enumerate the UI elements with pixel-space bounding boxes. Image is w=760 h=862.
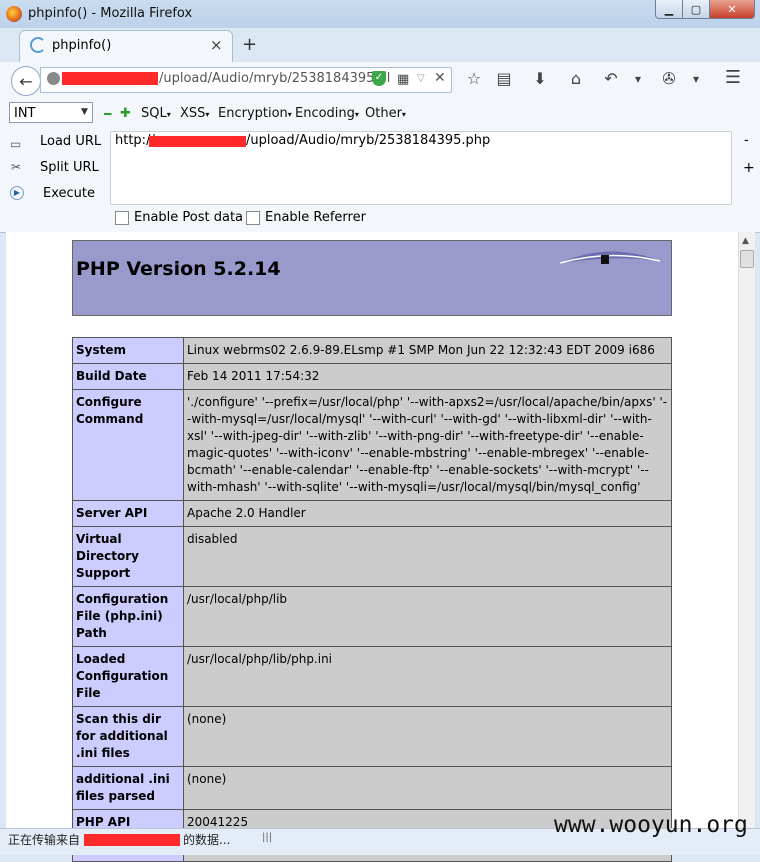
row-value: Apache 2.0 Handler xyxy=(183,500,672,527)
table-row: Loaded Configuration File/usr/local/php/… xyxy=(72,646,672,707)
row-key: Scan this dir for additional .ini files xyxy=(72,706,184,767)
table-row: Configure Command './configure' '--prefix… xyxy=(72,389,672,501)
row-value: disabled xyxy=(183,526,672,587)
redacted-host xyxy=(84,834,180,846)
redacted-host xyxy=(62,72,158,85)
row-value: Linux webrms02 2.6.9-89.ELsmp #1 SMP Mon… xyxy=(183,337,672,364)
row-key: Configuration File (php.ini) Path xyxy=(72,586,184,647)
enable-referrer-label: Enable Referrer xyxy=(265,210,366,225)
menu-icon[interactable]: ☰ xyxy=(722,67,744,88)
enable-post-label: Enable Post data xyxy=(134,210,244,225)
minus-icon[interactable]: ━ xyxy=(104,107,111,121)
menu-other-label: Other xyxy=(365,106,402,121)
site-identity-icon[interactable] xyxy=(47,72,60,85)
loading-spinner-icon xyxy=(30,37,46,53)
undo-dropdown-icon[interactable]: ▾ xyxy=(627,72,649,86)
chevron-down-icon[interactable]: ▼ xyxy=(81,107,88,117)
row-key: Virtual Directory Support xyxy=(72,526,184,587)
chevron-down-icon: ▾ xyxy=(354,110,359,119)
undo-icon[interactable]: ↶ xyxy=(600,69,622,88)
menu-xss-label: XSS xyxy=(180,106,206,121)
table-row: Virtual Directory Support disabled xyxy=(72,526,672,587)
split-url-button[interactable]: Split URL xyxy=(40,160,99,175)
shrink-button[interactable]: - xyxy=(744,133,749,148)
download-icon[interactable]: ⬇ xyxy=(529,69,551,88)
table-row: Build Date Feb 14 2011 17:54:32 xyxy=(72,363,672,390)
status-text-prefix: 正在传输来自 xyxy=(8,833,81,847)
menu-encryption-label: Encryption xyxy=(218,106,288,121)
row-value: './configure' '--prefix=/usr/local/php' … xyxy=(183,389,672,501)
maximize-button[interactable]: ▢ xyxy=(682,0,710,19)
extension-icon[interactable]: ✇ xyxy=(658,69,680,88)
row-key: System xyxy=(72,337,184,364)
menu-encryption[interactable]: Encryption▾ xyxy=(218,106,292,121)
minimize-button[interactable]: ▁ xyxy=(655,0,683,19)
clear-url-icon[interactable]: ✕ xyxy=(434,70,446,86)
plus-icon[interactable]: ✚ xyxy=(120,106,131,121)
row-key: Build Date xyxy=(72,363,184,390)
status-text-suffix: 的数据... xyxy=(183,833,231,847)
tab-label: phpinfo() xyxy=(52,38,112,53)
qr-code-icon[interactable]: ▦ xyxy=(397,72,409,87)
chevron-down-icon: ▾ xyxy=(205,110,210,119)
menu-sql-label: SQL xyxy=(141,106,167,121)
row-key: Configure Command xyxy=(72,389,184,501)
url-suffix-text: /upload/Audio/mryb/2538184395.php xyxy=(246,133,491,148)
chevron-down-icon: ▾ xyxy=(287,110,292,119)
table-row: additional .ini files parsed (none) xyxy=(72,766,672,810)
row-value: (none) xyxy=(183,766,672,810)
scroll-up-icon[interactable]: ▲ xyxy=(742,236,749,246)
execute-icon: ▶ xyxy=(10,186,24,200)
reading-list-icon[interactable]: ▤ xyxy=(493,69,515,88)
chevron-down-icon: ▾ xyxy=(166,110,171,119)
watermark: www.wooyun.org xyxy=(554,812,748,838)
back-button[interactable]: ← xyxy=(11,66,41,96)
load-url-button[interactable]: Load URL xyxy=(40,134,101,149)
phpinfo-table: System Linux webrms02 2.6.9-89.ELsmp #1 S… xyxy=(72,337,672,862)
table-row: System Linux webrms02 2.6.9-89.ELsmp #1 S… xyxy=(72,337,672,364)
row-value: /usr/local/php/lib xyxy=(183,586,672,647)
shield-icon[interactable]: ✓ xyxy=(372,71,386,86)
row-key: Server API xyxy=(72,500,184,527)
expand-button[interactable]: + xyxy=(743,160,755,176)
row-value: Feb 14 2011 17:54:32 xyxy=(183,363,672,390)
chevron-down-icon: ▾ xyxy=(401,110,406,119)
menu-encoding[interactable]: Encoding▾ xyxy=(295,106,359,121)
bookmark-star-icon[interactable]: ☆ xyxy=(463,69,485,88)
row-key: additional .ini files parsed xyxy=(72,766,184,810)
load-url-icon: ▭ xyxy=(10,137,22,151)
menu-xss[interactable]: XSS▾ xyxy=(180,106,209,121)
new-tab-button[interactable]: + xyxy=(242,34,257,55)
table-row: Server API Apache 2.0 Handler xyxy=(72,500,672,527)
url-dropdown-icon[interactable]: ▽ xyxy=(417,73,425,84)
url-path-text: /upload/Audio/mryb/2538184395.pl xyxy=(159,71,391,86)
extension-dropdown-icon[interactable]: ▾ xyxy=(685,72,707,86)
execute-button[interactable]: Execute xyxy=(43,186,95,201)
firefox-icon xyxy=(6,6,22,22)
menu-encoding-label: Encoding xyxy=(295,106,355,121)
enable-post-checkbox[interactable] xyxy=(115,211,129,225)
menu-other[interactable]: Other▾ xyxy=(365,106,406,121)
scroll-thumb[interactable] xyxy=(740,250,754,268)
home-icon[interactable]: ⌂ xyxy=(565,69,587,88)
scrollbar[interactable] xyxy=(738,232,755,828)
window-title: phpinfo() - Mozilla Firefox xyxy=(28,6,193,21)
table-row: Configuration File (php.ini) Path/usr/lo… xyxy=(72,586,672,647)
tab-close-icon[interactable]: × xyxy=(210,36,223,54)
row-value: /usr/local/php/lib/php.ini xyxy=(183,646,672,707)
split-url-icon: ✂ xyxy=(11,160,22,174)
resize-grip[interactable]: ||| xyxy=(262,832,272,843)
menu-sql[interactable]: SQL▾ xyxy=(141,106,171,121)
php-logo xyxy=(560,251,660,264)
php-version-title: PHP Version 5.2.14 xyxy=(76,258,281,280)
row-value: (none) xyxy=(183,706,672,767)
table-row: Scan this dir for additional .ini files(… xyxy=(72,706,672,767)
close-window-button[interactable]: ✕ xyxy=(709,0,755,19)
row-key: Loaded Configuration File xyxy=(72,646,184,707)
redacted-host xyxy=(149,136,246,147)
enable-referrer-checkbox[interactable] xyxy=(246,211,260,225)
